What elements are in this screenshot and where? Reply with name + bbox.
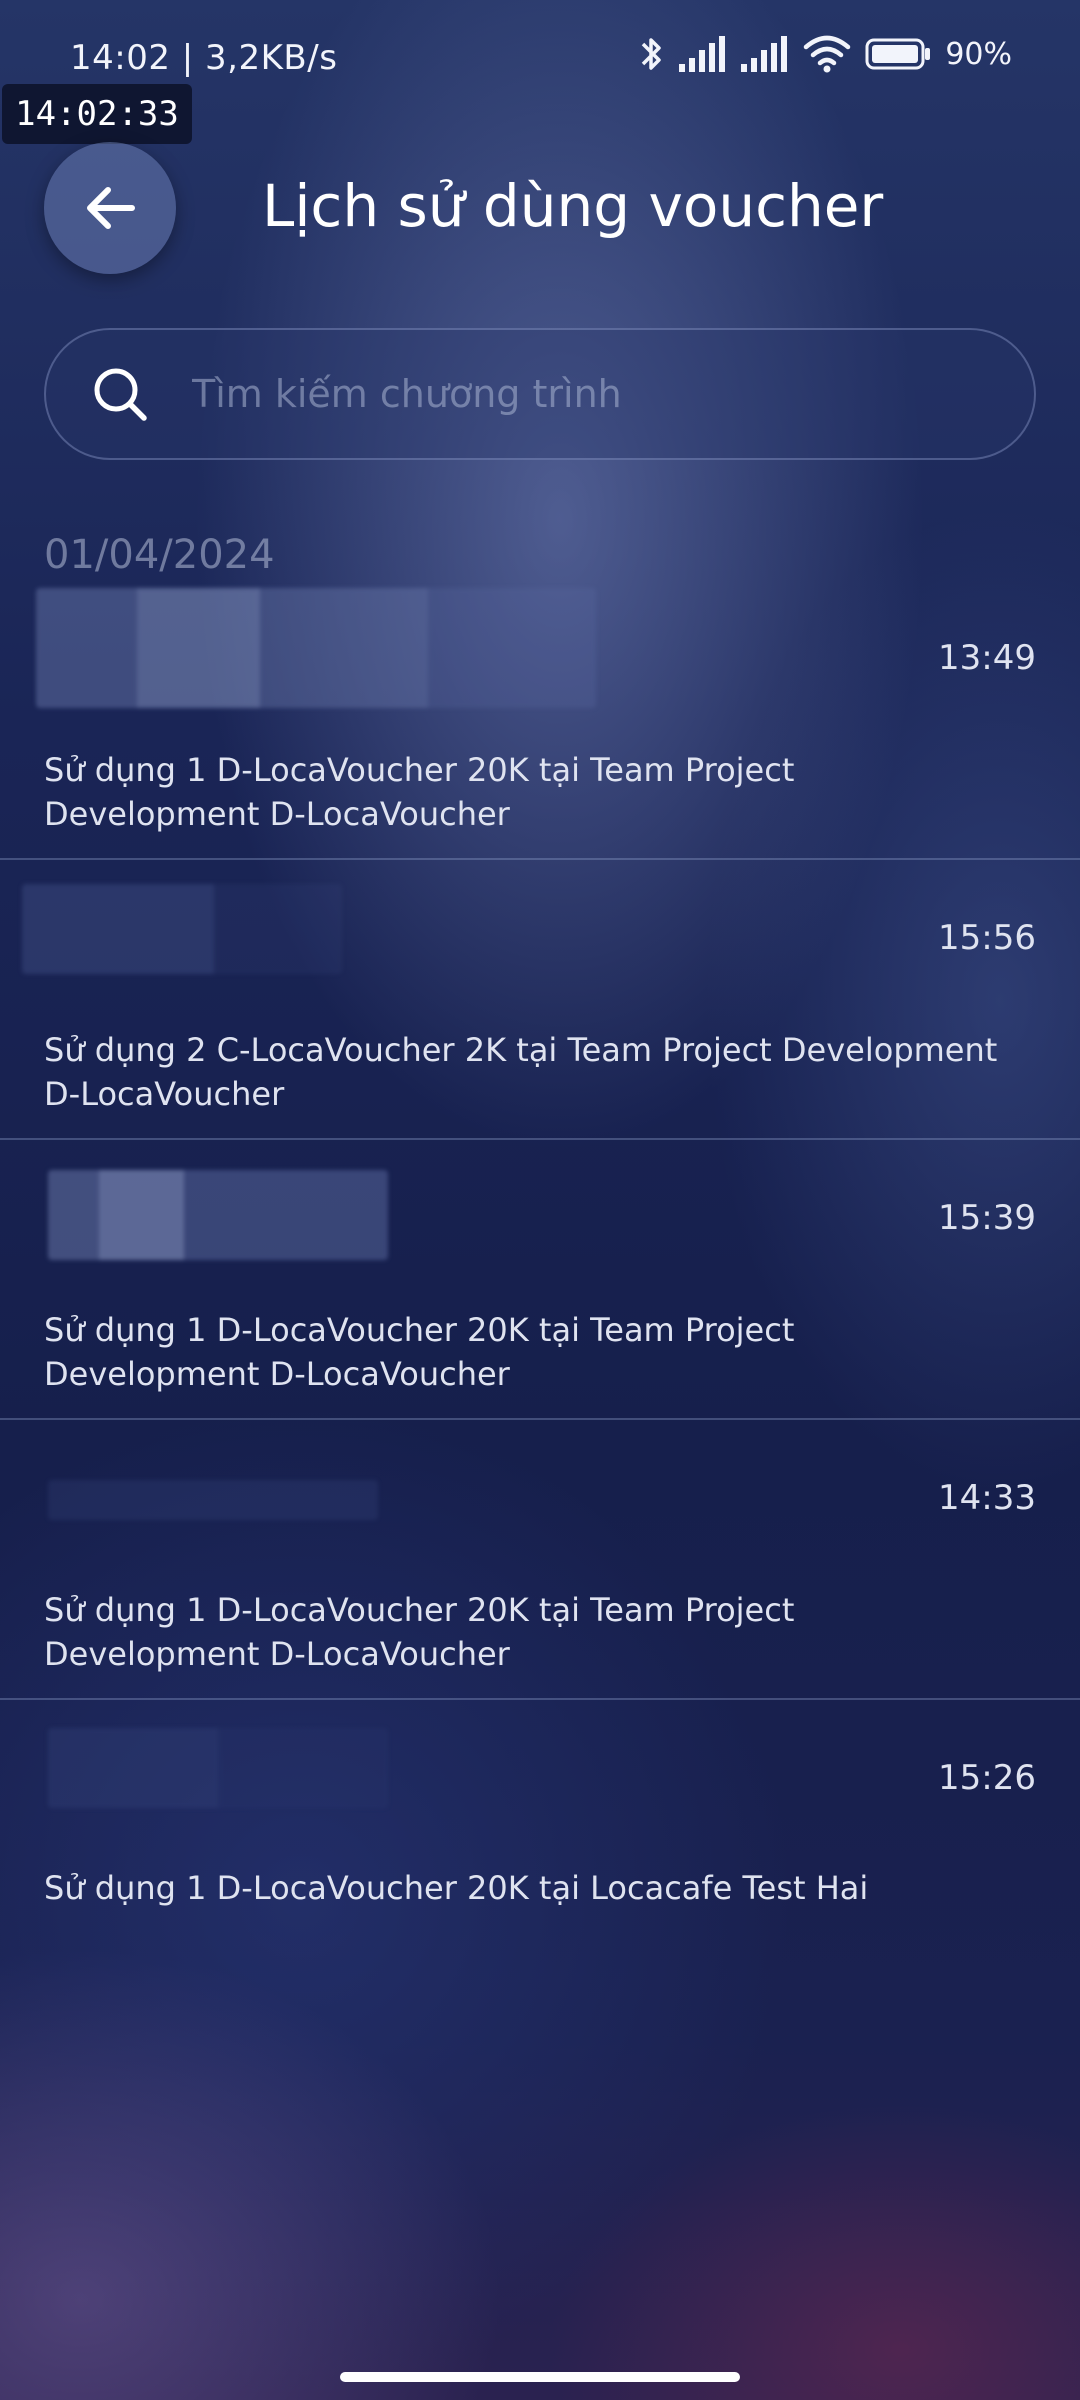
item-description: Sử dụng 1 D-LocaVoucher 20K tại Team Pro… bbox=[44, 751, 795, 833]
status-time-network: 14:02 | 3,2KB/s bbox=[70, 38, 338, 78]
list-item[interactable]: 14:33 Sử dụng 1 D-LocaVoucher 20K tại Te… bbox=[0, 1420, 1080, 1700]
voucher-history-list: 13:49 Sử dụng 1 D-LocaVoucher 20K tại Te… bbox=[0, 580, 1080, 1980]
redacted-name bbox=[48, 1170, 388, 1260]
page-title: Lịch sử dùng voucher bbox=[262, 172, 884, 240]
search-icon bbox=[94, 368, 147, 421]
item-description: Sử dụng 1 D-LocaVoucher 20K tại Team Pro… bbox=[44, 1591, 795, 1673]
item-time: 15:56 bbox=[938, 918, 1036, 958]
signal-icon bbox=[741, 36, 788, 72]
search-bar[interactable] bbox=[44, 328, 1036, 460]
list-item[interactable]: 15:39 Sử dụng 1 D-LocaVoucher 20K tại Te… bbox=[0, 1140, 1080, 1420]
date-group-label: 01/04/2024 bbox=[44, 532, 275, 578]
home-indicator[interactable] bbox=[340, 2372, 740, 2382]
list-item[interactable]: 13:49 Sử dụng 1 D-LocaVoucher 20K tại Te… bbox=[0, 580, 1080, 860]
item-time: 14:33 bbox=[938, 1478, 1036, 1518]
redacted-name bbox=[48, 1480, 378, 1520]
item-description: Sử dụng 2 C-LocaVoucher 2K tại Team Proj… bbox=[44, 1031, 998, 1113]
signal-icon bbox=[679, 36, 726, 72]
overlay-clock: 14:02:33 bbox=[2, 84, 192, 144]
back-button[interactable] bbox=[44, 142, 176, 274]
redacted-name bbox=[36, 588, 596, 708]
list-item[interactable]: 15:26 Sử dụng 1 D-LocaVoucher 20K tại Lo… bbox=[0, 1700, 1080, 1980]
bluetooth-icon bbox=[642, 38, 662, 70]
search-input[interactable] bbox=[192, 372, 1034, 416]
item-time: 15:26 bbox=[938, 1758, 1036, 1798]
item-time: 15:39 bbox=[938, 1198, 1036, 1238]
battery-icon bbox=[865, 38, 931, 70]
redacted-name bbox=[48, 1728, 388, 1808]
item-description: Sử dụng 1 D-LocaVoucher 20K tại Locacafe… bbox=[44, 1869, 869, 1907]
item-description: Sử dụng 1 D-LocaVoucher 20K tại Team Pro… bbox=[44, 1311, 795, 1393]
battery-percent: 90% bbox=[945, 36, 1012, 72]
list-item[interactable]: 15:56 Sử dụng 2 C-LocaVoucher 2K tại Tea… bbox=[0, 860, 1080, 1140]
wifi-icon bbox=[804, 35, 851, 73]
item-time: 13:49 bbox=[938, 638, 1036, 678]
redacted-name bbox=[22, 884, 342, 974]
status-icons: 90% bbox=[639, 34, 1012, 74]
arrow-left-icon bbox=[87, 187, 135, 229]
